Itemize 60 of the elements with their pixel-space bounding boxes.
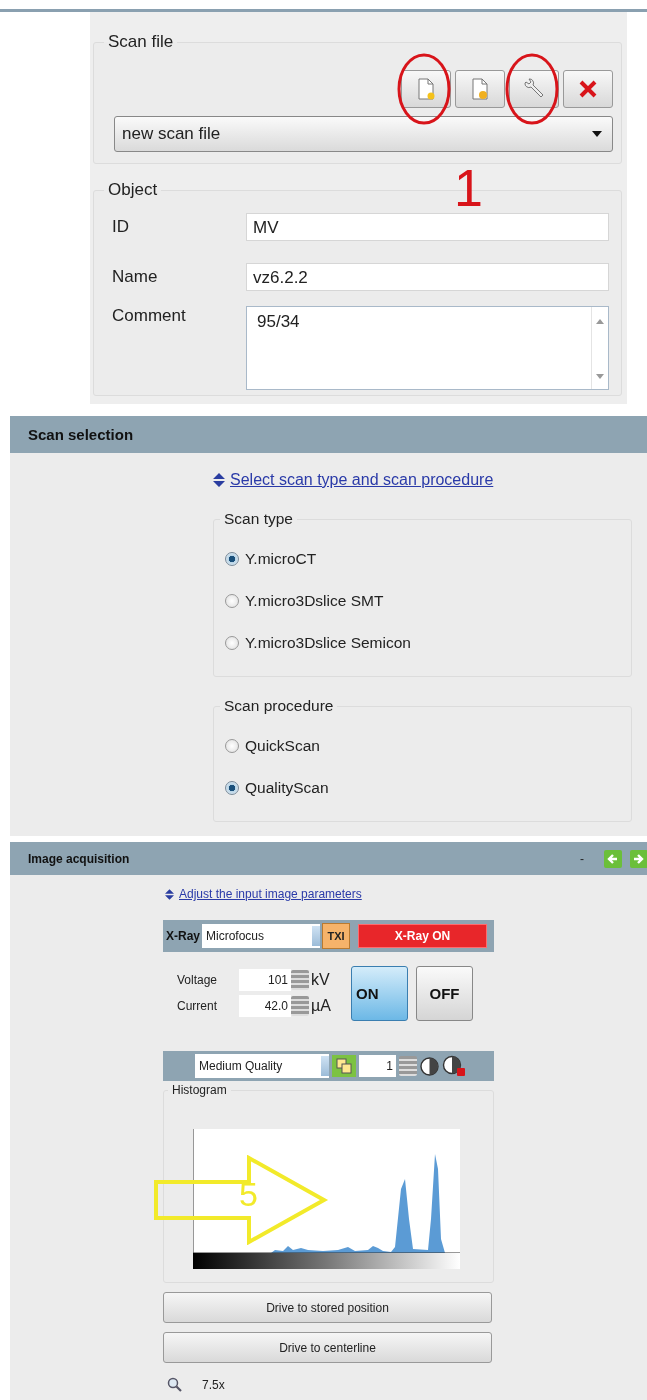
group-title: Scan file <box>107 32 175 52</box>
unit-label: kV <box>311 971 331 989</box>
expand-collapse-icon <box>213 473 225 487</box>
new-file-button[interactable] <box>401 70 451 108</box>
field-label: Comment <box>112 306 187 326</box>
group-title: Scan procedure <box>223 697 335 715</box>
section-title: Scan selection <box>28 426 134 443</box>
section-title: Image acquisition <box>28 851 131 866</box>
unit-label: µA <box>311 997 332 1015</box>
radio-option[interactable]: Y.micro3Dslice Semicon <box>214 622 631 664</box>
group-title: Histogram <box>171 1083 228 1097</box>
radio-option[interactable]: Y.microCT <box>214 538 631 580</box>
number-field[interactable]: 1 <box>359 1055 396 1077</box>
power-button[interactable]: ON <box>351 965 408 1021</box>
number-field[interactable]: 101 <box>239 969 291 991</box>
field-label: Name <box>112 267 159 287</box>
contrast-icon[interactable] <box>420 1056 439 1076</box>
settings-button[interactable] <box>509 70 559 108</box>
new-file-icon <box>417 78 435 100</box>
source-dropdown[interactable]: Microfocus <box>202 924 320 948</box>
radio-option[interactable]: Y.micro3Dslice SMT <box>214 580 631 622</box>
spinner[interactable] <box>291 996 309 1016</box>
group-title: Scan type <box>223 510 294 528</box>
delete-icon <box>578 80 598 98</box>
parameter-label: Current <box>177 999 218 1013</box>
field-label: ID <box>112 217 130 237</box>
text-field[interactable]: vz6.2.2 <box>246 263 609 291</box>
group-title: Object <box>107 180 159 200</box>
radio-option[interactable]: QuickScan <box>214 725 631 767</box>
xray-status: X-Ray ON <box>358 924 487 948</box>
wrench-icon <box>522 78 546 100</box>
number-field[interactable]: 42.0 <box>239 995 291 1017</box>
toolbar-label: X-Ray <box>166 929 200 943</box>
action-button[interactable]: Drive to stored position <box>163 1292 492 1323</box>
copy-icon[interactable] <box>332 1055 356 1077</box>
action-button[interactable]: Drive to centerline <box>163 1332 492 1363</box>
radio-option[interactable]: QualityScan <box>214 767 631 809</box>
spinner[interactable] <box>291 970 309 990</box>
scroll-up-icon[interactable] <box>596 319 604 324</box>
right-arrow-icon[interactable] <box>630 849 647 868</box>
dropdown-arrow-icon <box>592 131 602 137</box>
section-link[interactable]: Select scan type and scan procedure <box>230 471 494 489</box>
section-link[interactable]: Adjust the input image parameters <box>179 887 362 901</box>
header-mark: - <box>580 851 584 866</box>
text-field[interactable]: MV <box>246 213 609 241</box>
file-icon <box>471 78 489 100</box>
txi-button[interactable]: TXI <box>322 923 350 949</box>
zoom-level: 7.5x <box>202 1377 225 1392</box>
scan-file-dropdown[interactable]: new scan file <box>114 116 613 152</box>
power-button[interactable]: OFF <box>416 965 473 1021</box>
delete-button[interactable] <box>563 70 613 108</box>
load-file-button[interactable] <box>455 70 505 108</box>
auto-contrast-icon[interactable] <box>442 1055 466 1077</box>
parameter-label: Voltage <box>177 973 219 987</box>
quality-dropdown[interactable]: Medium Quality <box>195 1054 329 1078</box>
scroll-down-icon[interactable] <box>596 374 604 379</box>
comment-field[interactable]: 95/34 <box>246 306 609 390</box>
annotation-number: 1 <box>454 162 483 214</box>
expand-collapse-icon <box>165 888 174 900</box>
zoom-icon <box>167 1377 182 1392</box>
